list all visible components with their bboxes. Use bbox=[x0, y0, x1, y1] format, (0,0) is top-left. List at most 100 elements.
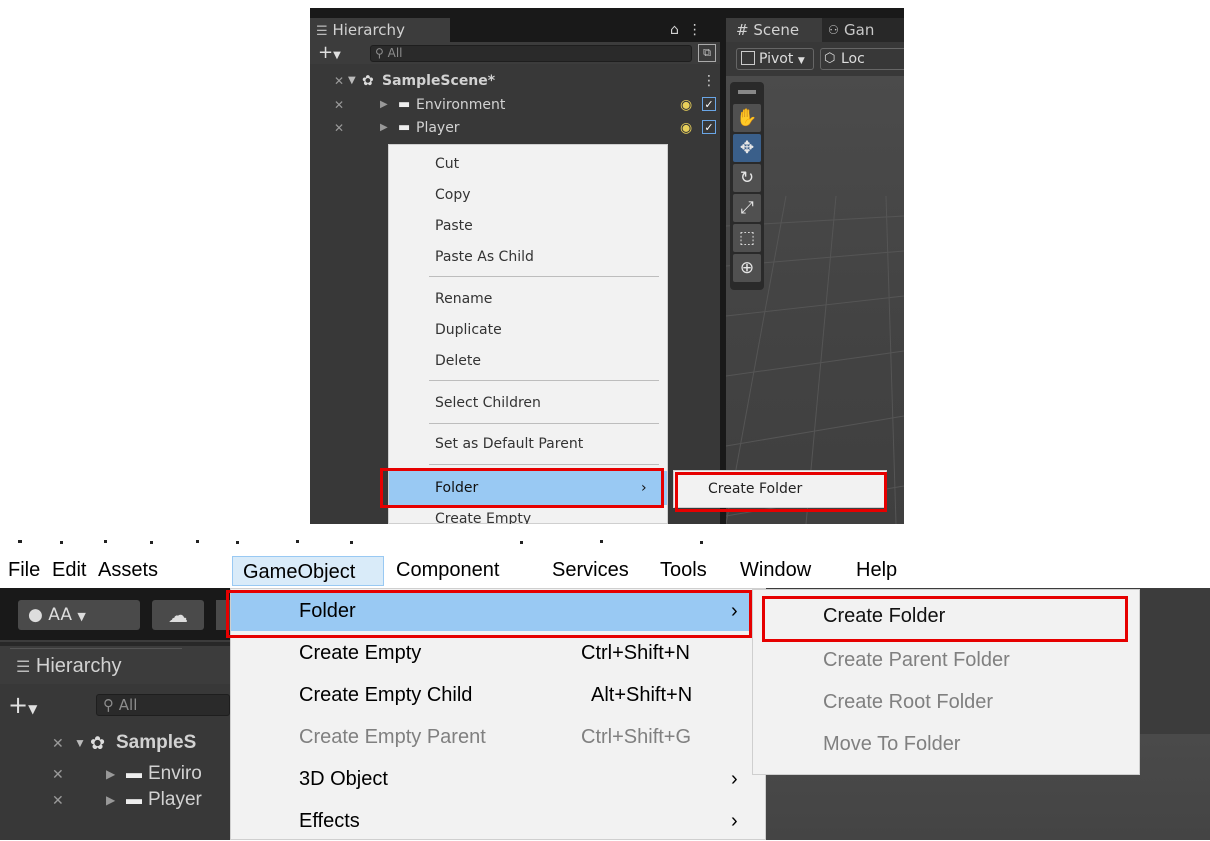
menu-file[interactable]: File bbox=[8, 552, 40, 588]
tool-palette: ✋ ✥ ↻ ⤢ ⬚ ⊕ bbox=[730, 82, 764, 290]
eye-icon[interactable]: ◉ bbox=[680, 117, 692, 139]
hierarchy-item-environment[interactable]: ✕ ▶ ▬ Environment ◉ ✓ bbox=[310, 94, 720, 116]
scene-menu-icon[interactable]: ⋮ bbox=[702, 70, 716, 92]
folder-icon: ▬ bbox=[126, 765, 142, 782]
dropdown-arrow-icon: ▼ bbox=[333, 50, 341, 61]
submenu-arrow-icon: › bbox=[731, 810, 738, 832]
menu-item-create-empty-child[interactable]: Create Empty Child Alt+Shift+N bbox=[231, 675, 765, 715]
menu-gameobject[interactable]: GameObject bbox=[232, 556, 384, 586]
menu-edit[interactable]: Edit bbox=[52, 552, 86, 588]
expand-arrow-icon[interactable]: ▼ bbox=[74, 728, 86, 758]
menu-window[interactable]: Window bbox=[740, 552, 811, 588]
search-input[interactable]: ⚲ All bbox=[96, 694, 230, 716]
visibility-toggle-icon[interactable]: ✕ bbox=[334, 94, 344, 116]
shortcut-label: Ctrl+Shift+G bbox=[581, 726, 692, 748]
hierarchy-item-environment[interactable]: ✕ ▶ ▬ Enviro bbox=[0, 760, 230, 788]
search-icon: ⚲ bbox=[103, 696, 114, 714]
expand-arrow-icon[interactable]: ▶ bbox=[380, 94, 388, 116]
menu-item-select-children[interactable]: Select Children bbox=[389, 388, 667, 418]
menu-item-create-empty[interactable]: Create Empty Ctrl+Shift+N bbox=[231, 633, 765, 673]
menu-separator bbox=[429, 380, 659, 381]
annotation-highlight-box bbox=[226, 590, 752, 638]
menu-item-delete[interactable]: Delete bbox=[389, 346, 667, 376]
expand-arrow-icon[interactable]: ▶ bbox=[106, 760, 115, 788]
menu-item-set-default-parent[interactable]: Set as Default Parent bbox=[389, 429, 667, 459]
list-icon: ☰ bbox=[316, 24, 328, 39]
pivot-icon bbox=[741, 51, 755, 65]
visibility-toggle-icon[interactable]: ✕ bbox=[52, 728, 64, 758]
visibility-toggle-icon[interactable]: ✕ bbox=[52, 786, 64, 814]
menu-help[interactable]: Help bbox=[856, 552, 897, 588]
menu-item-create-empty-parent: Create Empty Parent Ctrl+Shift+G bbox=[231, 717, 765, 757]
gamepad-icon: ⚇ bbox=[828, 23, 839, 37]
menu-item-paste-as-child[interactable]: Paste As Child bbox=[389, 242, 667, 272]
drag-handle-icon[interactable] bbox=[738, 90, 756, 94]
main-menu-bar: File Edit Assets GameObject Component Se… bbox=[0, 552, 1210, 588]
window-edge bbox=[310, 8, 904, 18]
visibility-toggle-icon[interactable]: ✕ bbox=[334, 117, 344, 139]
menu-item-effects[interactable]: Effects › bbox=[231, 801, 765, 841]
scene-row[interactable]: ✕ ▼ ✿ SampleScene* ⋮ bbox=[310, 70, 720, 92]
transform-tool-icon[interactable]: ⊕ bbox=[733, 254, 761, 282]
pivot-dropdown[interactable]: Pivot ▼ bbox=[736, 48, 814, 70]
plus-icon: + bbox=[318, 42, 334, 63]
hierarchy-tab-bottom[interactable]: ☰ Hierarchy bbox=[10, 648, 182, 682]
cropped-title-strip bbox=[0, 532, 1210, 552]
kebab-menu-icon[interactable]: ⋮ bbox=[688, 22, 702, 38]
scale-tool-icon[interactable]: ⤢ bbox=[733, 194, 761, 222]
menu-tools[interactable]: Tools bbox=[660, 552, 707, 588]
expand-arrow-icon[interactable]: ▼ bbox=[348, 70, 356, 92]
menu-services[interactable]: Services bbox=[552, 552, 629, 588]
tab-game[interactable]: ⚇ Gan bbox=[822, 18, 904, 42]
menu-separator bbox=[429, 423, 659, 424]
hierarchy-item-player[interactable]: ✕ ▶ ▬ Player bbox=[0, 786, 230, 814]
unity-scene-icon: ✿ bbox=[90, 733, 106, 753]
submenu-arrow-icon: › bbox=[731, 768, 738, 790]
rotate-tool-icon[interactable]: ↻ bbox=[733, 164, 761, 192]
add-button[interactable]: +▼ bbox=[8, 692, 48, 718]
visibility-toggle-icon[interactable]: ✕ bbox=[52, 760, 64, 788]
folder-icon: ▬ bbox=[398, 120, 411, 135]
tab-scene[interactable]: # Scene bbox=[726, 18, 822, 42]
menu-assets[interactable]: Assets bbox=[98, 552, 158, 588]
dropdown-arrow-icon: ▼ bbox=[77, 610, 86, 623]
move-tool-icon[interactable]: ✥ bbox=[733, 134, 761, 162]
scene-row[interactable]: ✕ ▼ ✿ SampleS bbox=[0, 728, 230, 758]
folder-icon: ▬ bbox=[126, 791, 142, 808]
account-icon: ● bbox=[28, 605, 43, 625]
scene-toolbar: Pivot ▼ ⬡ Loc bbox=[726, 42, 904, 76]
active-checkbox[interactable]: ✓ bbox=[702, 97, 716, 111]
menu-item-paste[interactable]: Paste bbox=[389, 211, 667, 241]
add-button[interactable]: +▼ bbox=[318, 42, 362, 64]
search-input[interactable]: ⚲ All bbox=[370, 45, 692, 62]
global-local-dropdown[interactable]: ⬡ Loc bbox=[820, 48, 904, 70]
expand-arrow-icon[interactable]: ▶ bbox=[380, 117, 388, 139]
plus-icon: + bbox=[8, 691, 29, 719]
annotation-highlight-box bbox=[762, 596, 1128, 642]
menu-item-rename[interactable]: Rename bbox=[389, 284, 667, 314]
lock-icon[interactable]: ⌂ bbox=[670, 22, 679, 38]
eye-icon[interactable]: ◉ bbox=[680, 94, 692, 116]
hierarchy-context-menu: Cut Copy Paste Paste As Child Rename Dup… bbox=[388, 144, 668, 524]
menu-item-create-empty[interactable]: Create Empty bbox=[389, 509, 667, 524]
hierarchy-item-player[interactable]: ✕ ▶ ▬ Player ◉ ✓ bbox=[310, 117, 720, 139]
hierarchy-tab[interactable]: ☰ Hierarchy bbox=[310, 18, 450, 42]
menu-separator bbox=[429, 276, 659, 277]
cloud-button[interactable]: ☁ bbox=[152, 600, 204, 630]
hand-tool-icon[interactable]: ✋ bbox=[733, 104, 761, 132]
menu-item-duplicate[interactable]: Duplicate bbox=[389, 315, 667, 345]
dropdown-arrow-icon: ▼ bbox=[797, 56, 805, 66]
active-checkbox[interactable]: ✓ bbox=[702, 120, 716, 134]
menu-item-3d-object[interactable]: 3D Object › bbox=[231, 759, 765, 799]
menu-item-cut[interactable]: Cut bbox=[389, 149, 667, 179]
visibility-toggle-icon[interactable]: ✕ bbox=[334, 70, 344, 92]
hash-icon: # bbox=[736, 21, 749, 39]
rect-tool-icon[interactable]: ⬚ bbox=[733, 224, 761, 252]
folder-icon: ▬ bbox=[398, 97, 411, 112]
expand-arrow-icon[interactable]: ▶ bbox=[106, 786, 115, 814]
menu-item-copy[interactable]: Copy bbox=[389, 180, 667, 210]
account-dropdown[interactable]: ● AA ▼ bbox=[18, 600, 140, 630]
search-options-icon[interactable]: ⧉ bbox=[698, 44, 716, 62]
unity-scene-icon: ✿ bbox=[362, 73, 374, 89]
menu-component[interactable]: Component bbox=[396, 552, 499, 588]
